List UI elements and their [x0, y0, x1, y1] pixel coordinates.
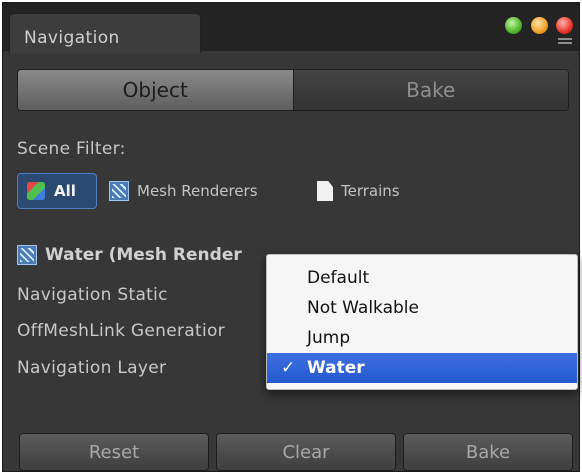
minimize-icon[interactable] — [531, 17, 548, 34]
panel-menu-icon[interactable] — [558, 38, 572, 48]
cube-icon — [27, 182, 45, 200]
dropdown-option-not-walkable[interactable]: Not Walkable — [267, 293, 577, 323]
offmeshlink-generation-label: OffMeshLink Generatior — [17, 321, 225, 341]
tab-label: Navigation — [24, 28, 120, 48]
tab-bake[interactable]: Bake — [292, 70, 568, 110]
tab-object[interactable]: Object — [18, 70, 293, 110]
bake-button[interactable]: Bake — [403, 433, 573, 471]
option-label: Jump — [307, 328, 351, 348]
mesh-renderer-icon — [17, 245, 37, 265]
option-label: Not Walkable — [307, 298, 419, 318]
terrain-file-icon — [317, 181, 333, 201]
mesh-renderer-icon — [109, 181, 129, 201]
scene-filter-label: Scene Filter: — [17, 139, 126, 159]
dropdown-option-default[interactable]: Default — [267, 263, 577, 293]
option-label: Default — [307, 268, 370, 288]
filter-all-button[interactable]: All — [17, 173, 97, 209]
object-name: Water (Mesh Render — [45, 245, 242, 265]
option-label: Water — [307, 358, 365, 378]
filter-terrains-label: Terrains — [341, 182, 400, 200]
dropdown-option-water[interactable]: ✓ Water — [267, 353, 577, 383]
tab-navigation[interactable]: Navigation — [9, 13, 201, 53]
navigation-window: Navigation Object Bake Scene Filter: All… — [2, 2, 580, 472]
checkmark-icon: ✓ — [281, 358, 296, 378]
filter-all-label: All — [54, 182, 76, 200]
filter-mesh-renderers-button[interactable]: Mesh Renderers — [109, 173, 258, 209]
navigation-layer-label: Navigation Layer — [17, 358, 167, 378]
navigation-static-label: Navigation Static — [17, 285, 168, 305]
navigation-layer-dropdown: Default Not Walkable Jump ✓ Water — [266, 254, 578, 390]
filter-terrains-button[interactable]: Terrains — [317, 173, 400, 209]
title-bar: Navigation — [3, 3, 579, 53]
selected-object-header: Water (Mesh Render — [17, 245, 242, 265]
filter-mesh-label: Mesh Renderers — [137, 182, 258, 200]
reset-button[interactable]: Reset — [19, 433, 209, 471]
mode-toolbar: Object Bake — [17, 69, 569, 111]
close-icon[interactable] — [556, 17, 573, 34]
maximize-icon[interactable] — [505, 17, 522, 34]
clear-button[interactable]: Clear — [216, 433, 396, 471]
dropdown-option-jump[interactable]: Jump — [267, 323, 577, 353]
